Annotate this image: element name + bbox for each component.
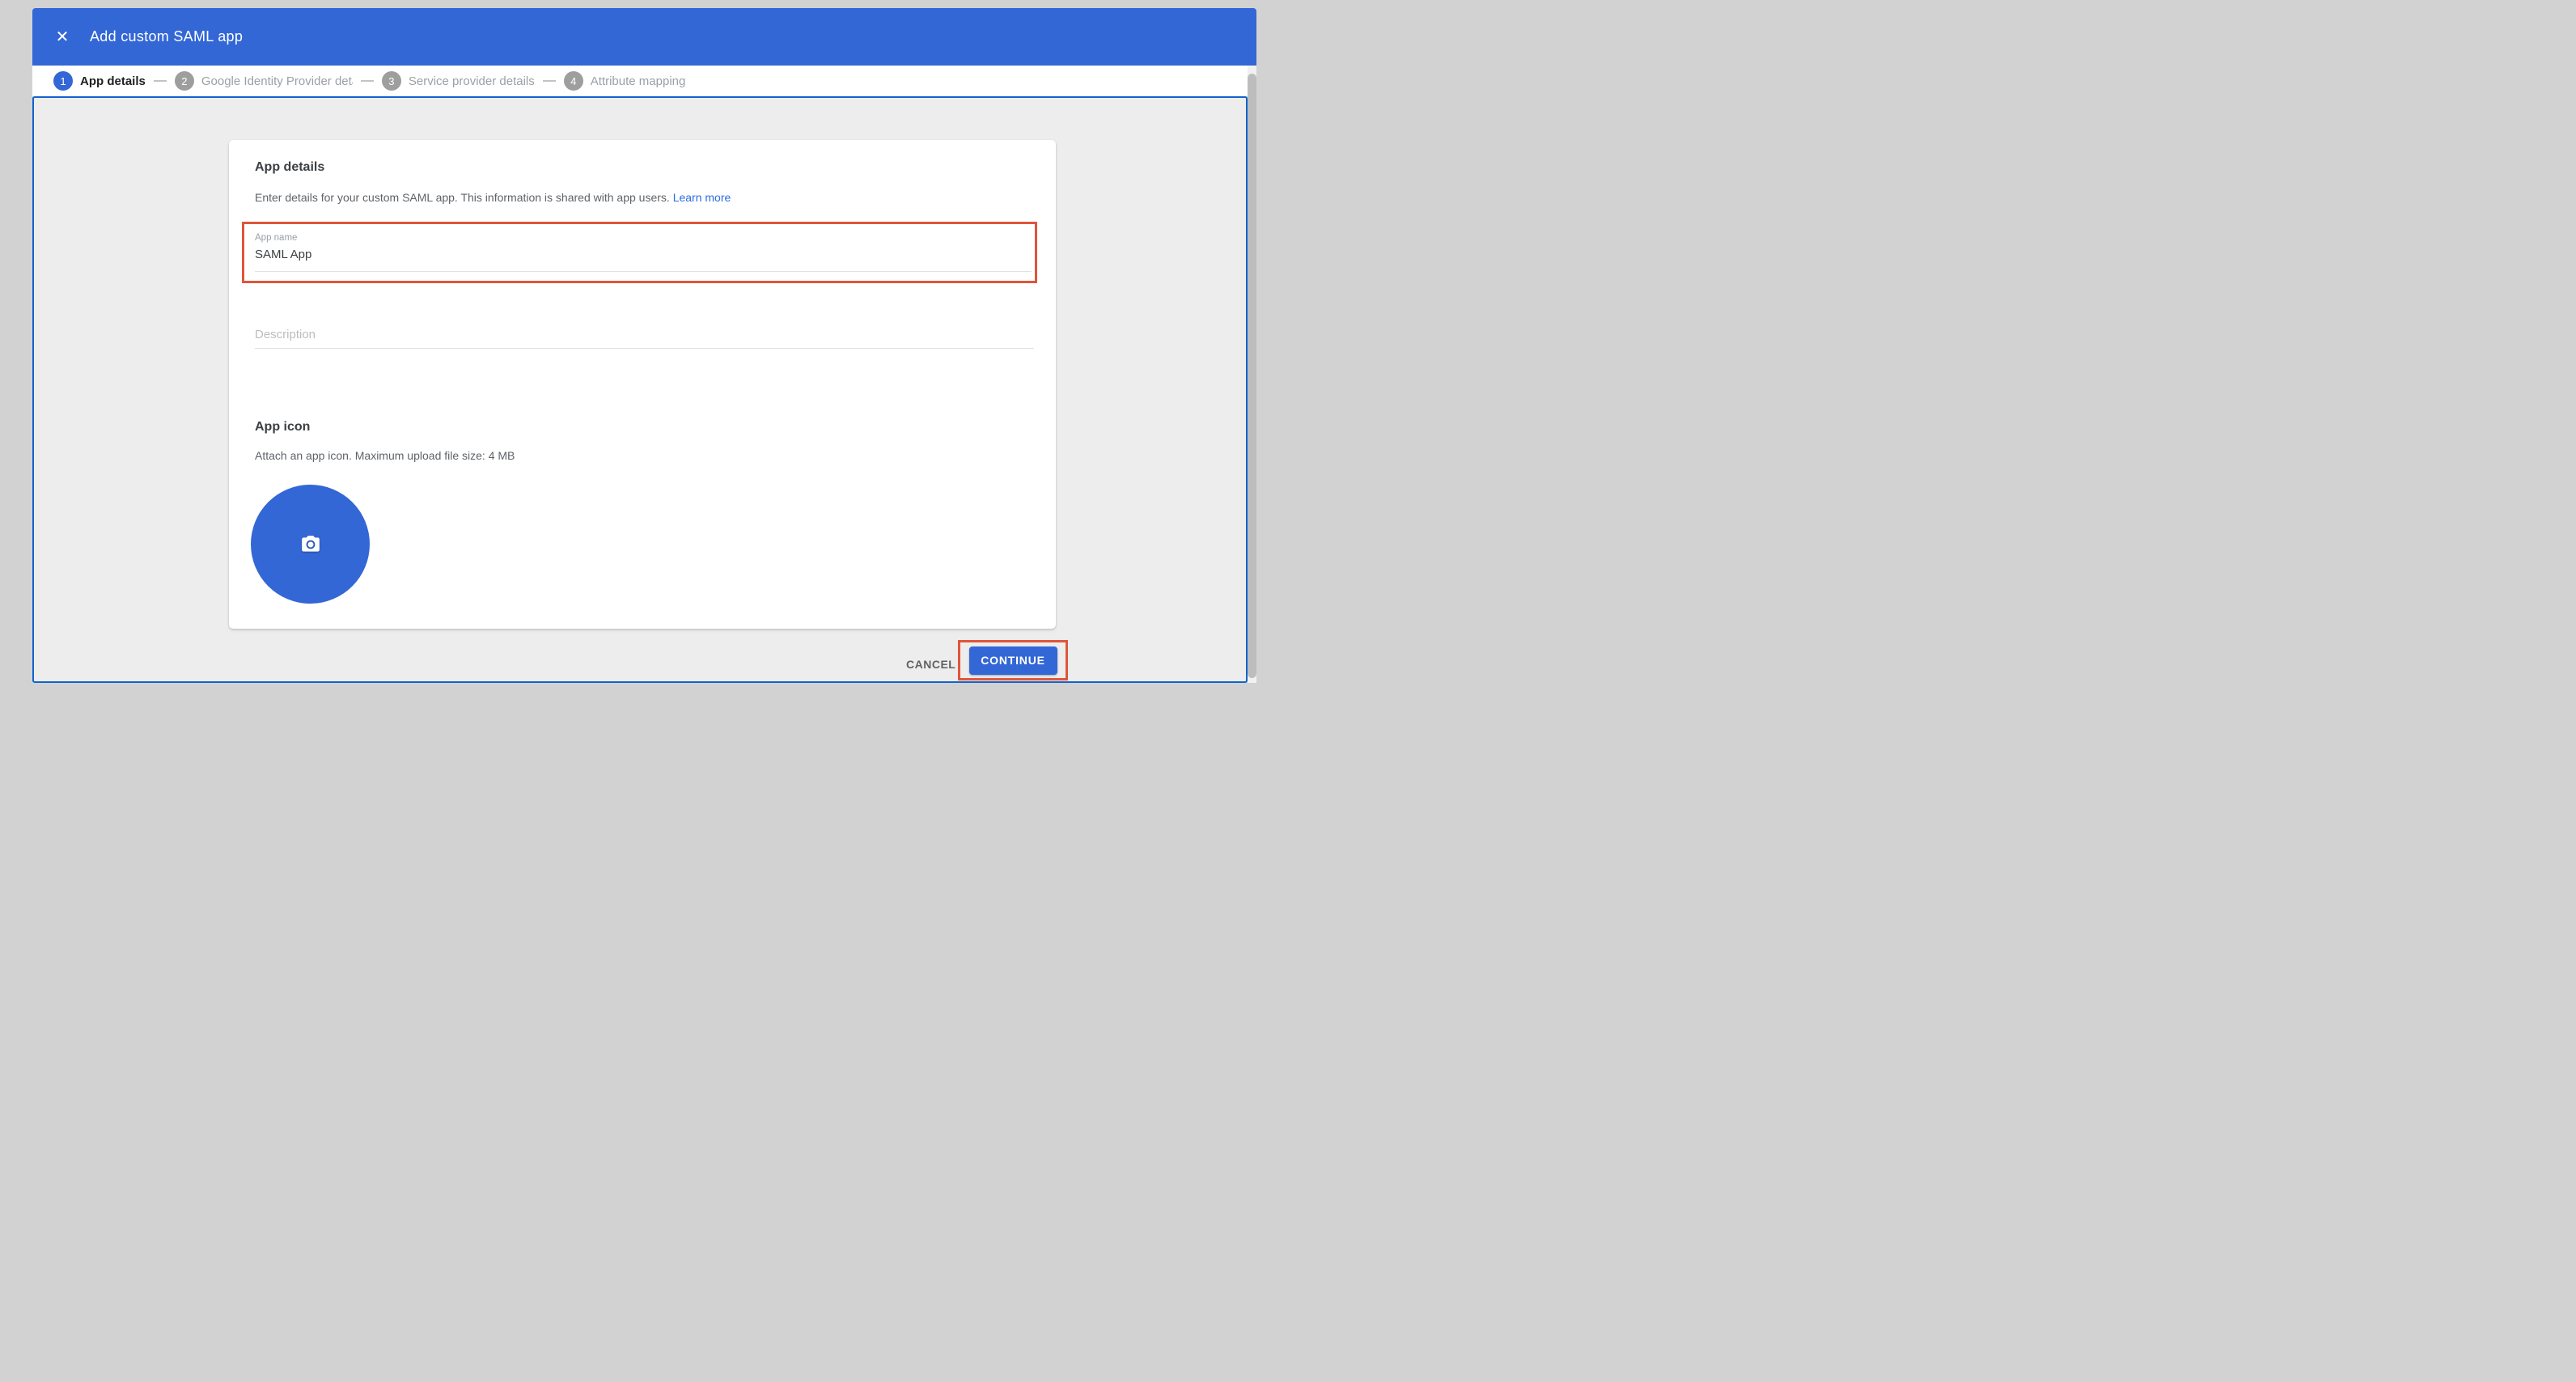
app-icon-hint: Attach an app icon. Maximum upload file … — [255, 449, 515, 462]
content-area: App details Enter details for your custo… — [32, 96, 1248, 683]
app-details-card: App details Enter details for your custo… — [229, 140, 1056, 629]
section-description-text: Enter details for your custom SAML app. … — [255, 191, 670, 204]
description-field — [255, 326, 1034, 349]
step-1-circle: 1 — [53, 71, 73, 91]
close-icon[interactable]: ✕ — [53, 28, 72, 47]
dialog-title: Add custom SAML app — [90, 28, 243, 45]
learn-more-link[interactable]: Learn more — [673, 191, 731, 204]
step-attribute-mapping[interactable]: 4 Attribute mapping — [564, 71, 686, 91]
annotation-continue-button: CONTINUE — [958, 640, 1068, 680]
step-3-circle: 3 — [382, 71, 401, 91]
continue-button[interactable]: CONTINUE — [969, 646, 1057, 675]
camera-icon — [300, 534, 321, 555]
app-name-input[interactable] — [255, 248, 1015, 261]
step-1-label: App details — [80, 74, 146, 88]
step-app-details[interactable]: 1 App details — [53, 71, 146, 91]
section-description: Enter details for your custom SAML app. … — [255, 191, 731, 204]
scrollbar-track — [1248, 66, 1256, 683]
step-google-idp-details[interactable]: 2 Google Identity Provider details — [175, 71, 353, 91]
step-4-label: Attribute mapping — [591, 74, 686, 88]
step-service-provider-details[interactable]: 3 Service provider details — [382, 71, 535, 91]
step-3-label: Service provider details — [409, 74, 535, 88]
screen: ✕ Add custom SAML app 1 App details 2 Go… — [0, 0, 1288, 691]
cancel-button[interactable]: CANCEL — [895, 651, 967, 677]
stepper: 1 App details 2 Google Identity Provider… — [32, 66, 1248, 96]
description-input[interactable] — [255, 326, 1034, 343]
app-icon-title: App icon — [255, 420, 310, 435]
app-icon-upload-button[interactable] — [251, 485, 370, 604]
step-4-circle: 4 — [564, 71, 583, 91]
section-title: App details — [255, 160, 324, 175]
step-connector — [361, 80, 374, 82]
annotation-app-name-field: App name — [242, 222, 1037, 283]
dialog-header: ✕ Add custom SAML app — [32, 8, 1256, 66]
step-connector — [543, 80, 556, 82]
step-connector — [154, 80, 167, 82]
description-underline — [255, 348, 1034, 349]
app-name-label: App name — [255, 233, 297, 243]
app-name-underline — [255, 271, 1032, 272]
step-2-circle: 2 — [175, 71, 194, 91]
scrollbar-thumb[interactable] — [1248, 74, 1256, 678]
step-2-label: Google Identity Provider details — [201, 74, 353, 88]
